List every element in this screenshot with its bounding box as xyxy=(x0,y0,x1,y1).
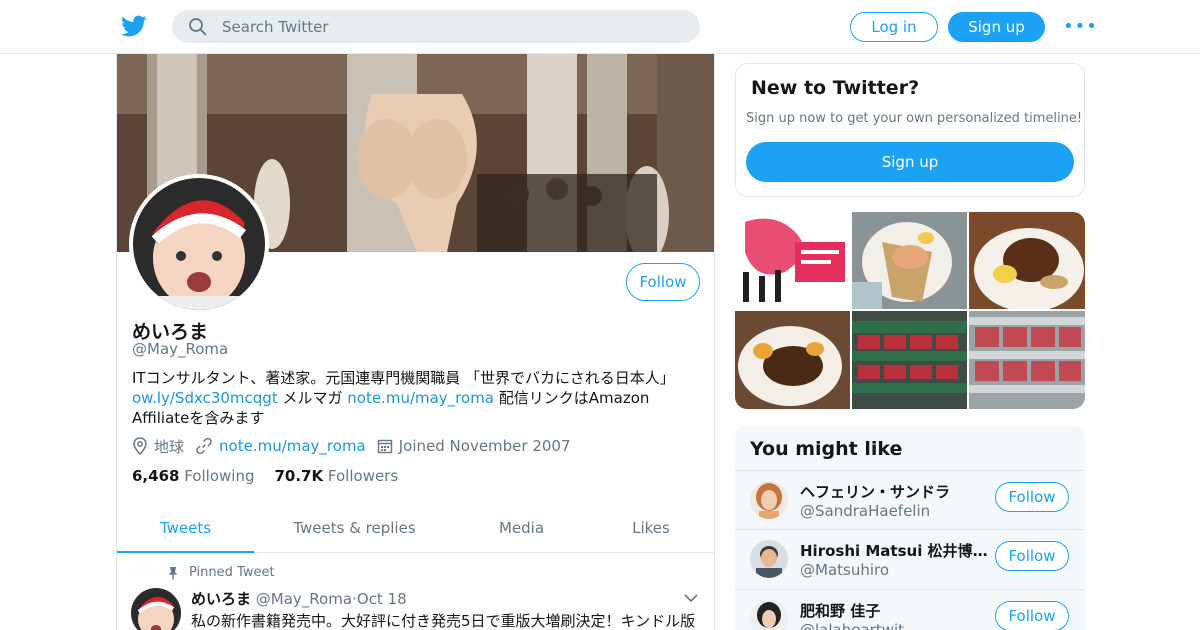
more-dots-icon[interactable]: ••• xyxy=(1063,17,1097,37)
media-grid xyxy=(735,212,1085,409)
followers-count: 70.7K xyxy=(274,467,324,485)
pinned-tweet-label: Pinned Tweet xyxy=(167,565,275,580)
suggestion-name[interactable]: Hiroshi Matsui 松井博@B... xyxy=(800,540,990,561)
tweet-date[interactable]: Oct 18 xyxy=(357,590,407,608)
suggestion-handle[interactable]: @Matsuhiro xyxy=(800,561,990,579)
profile-tabs: Tweets Tweets & replies Media Likes xyxy=(117,506,714,553)
login-button[interactable]: Log in xyxy=(850,12,938,42)
profile-location: 地球 xyxy=(132,436,184,457)
search-box[interactable]: Search Twitter xyxy=(172,10,700,43)
media-thumbnail[interactable] xyxy=(735,212,850,309)
suggestion-item[interactable]: 肥和野 佳子 @lalaheartwit Follow xyxy=(735,589,1085,630)
suggestions-title: You might like xyxy=(750,438,903,460)
follow-button[interactable]: Follow xyxy=(626,263,700,301)
suggestion-avatar[interactable] xyxy=(750,481,788,519)
tweet-author[interactable]: めいろま xyxy=(191,590,251,608)
tab-media[interactable]: Media xyxy=(455,506,588,553)
tweet-text: 私の新作書籍発売中。大好評に付き発売5日で重版大増刷決定！キンドル版 xyxy=(191,612,696,630)
followers-stat[interactable]: 70.7K Followers xyxy=(274,467,398,485)
tweet-header: めいろま @May_Roma·Oct 18 xyxy=(191,588,407,609)
profile-meta: 地球 note.mu/may_roma Joined November 2007 xyxy=(132,436,582,456)
bio-link-note[interactable]: note.mu/may_roma xyxy=(347,389,494,407)
following-stat[interactable]: 6,468 Following xyxy=(132,467,254,485)
location-text: 地球 xyxy=(154,437,185,456)
suggestion-avatar[interactable] xyxy=(750,540,788,578)
media-thumbnail[interactable] xyxy=(735,311,850,409)
suggestion-item[interactable]: Hiroshi Matsui 松井博@B... @Matsuhiro Follo… xyxy=(735,529,1085,588)
profile-avatar[interactable] xyxy=(129,174,269,314)
tweet-avatar[interactable] xyxy=(131,588,181,630)
suggestions-card: You might like ヘフェリン・サンドラ @SandraHaefeli… xyxy=(735,426,1085,630)
profile-website[interactable]: note.mu/may_roma xyxy=(195,437,366,455)
profile-joined: Joined November 2007 xyxy=(377,437,571,455)
tweet-handle[interactable]: @May_Roma xyxy=(256,590,352,608)
profile-stats: 6,468 Following 70.7K Followers xyxy=(132,467,418,485)
signup-card-title: New to Twitter? xyxy=(751,77,920,99)
profile-handle: @May_Roma xyxy=(132,340,229,358)
profile-column: Follow めいろま @May_Roma ITコンサルタント、著述家。元国連専… xyxy=(116,54,715,630)
suggestion-handle[interactable]: @lalaheartwit xyxy=(800,621,990,630)
calendar-icon xyxy=(377,439,392,454)
location-icon xyxy=(133,437,147,455)
following-count: 6,468 xyxy=(132,467,180,485)
top-navigation-bar: Search Twitter Log in Sign up ••• xyxy=(0,0,1200,54)
media-thumbnail[interactable] xyxy=(969,212,1085,309)
link-icon xyxy=(196,437,212,455)
suggestion-name[interactable]: 肥和野 佳子 xyxy=(800,600,990,621)
search-input[interactable]: Search Twitter xyxy=(222,18,329,36)
media-thumbnail[interactable] xyxy=(852,311,967,409)
suggestion-item[interactable]: ヘフェリン・サンドラ @SandraHaefelin Follow xyxy=(735,470,1085,529)
website-link[interactable]: note.mu/may_roma xyxy=(219,437,366,455)
suggestion-avatar[interactable] xyxy=(750,600,788,630)
suggestion-follow-button[interactable]: Follow xyxy=(995,541,1069,571)
twitter-bird-icon[interactable] xyxy=(120,13,148,39)
media-thumbnail[interactable] xyxy=(852,212,967,309)
tab-tweets-replies[interactable]: Tweets & replies xyxy=(254,506,455,553)
chevron-down-icon[interactable] xyxy=(683,592,699,604)
bio-text: ITコンサルタント、著述家。元国連専門機関職員 「世界でバカにされる日本人」 xyxy=(132,369,675,387)
joined-text: Joined November 2007 xyxy=(398,437,571,455)
signup-button[interactable]: Sign up xyxy=(948,12,1045,42)
search-icon xyxy=(189,18,207,36)
suggestion-follow-button[interactable]: Follow xyxy=(995,601,1069,630)
bio-link-book[interactable]: ow.ly/Sdxc30mcqgt xyxy=(132,389,278,407)
signup-prompt-card: New to Twitter? Sign up now to get your … xyxy=(735,63,1085,197)
pin-icon xyxy=(168,566,178,579)
bio-text: メルマガ xyxy=(277,389,348,407)
tab-likes[interactable]: Likes xyxy=(588,506,714,553)
signup-card-subtitle: Sign up now to get your own personalized… xyxy=(746,111,1083,126)
suggestion-handle[interactable]: @SandraHaefelin xyxy=(800,502,990,520)
pinned-text: Pinned Tweet xyxy=(189,565,275,580)
tab-tweets[interactable]: Tweets xyxy=(117,506,254,553)
profile-bio: ITコンサルタント、著述家。元国連専門機関職員 「世界でバカにされる日本人」 ow… xyxy=(132,368,702,428)
following-label: Following xyxy=(184,467,255,485)
sidebar-signup-button[interactable]: Sign up xyxy=(746,142,1074,182)
media-thumbnail[interactable] xyxy=(969,311,1085,409)
suggestion-follow-button[interactable]: Follow xyxy=(995,482,1069,512)
suggestion-name[interactable]: ヘフェリン・サンドラ xyxy=(800,481,990,502)
followers-label: Followers xyxy=(327,467,399,485)
